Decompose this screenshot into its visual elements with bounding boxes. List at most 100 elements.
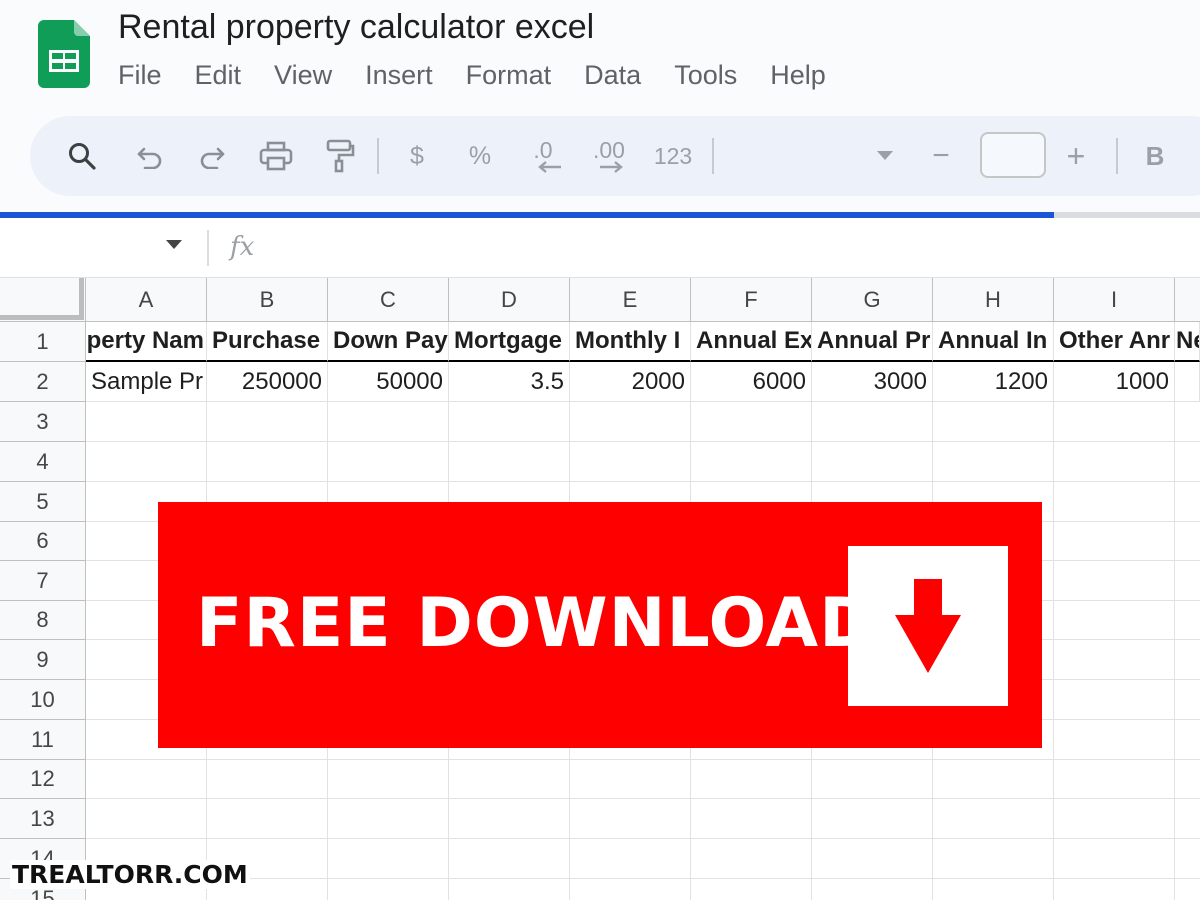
row-header[interactable]: 1	[0, 322, 86, 362]
document-title[interactable]: Rental property calculator excel	[118, 8, 594, 47]
row-header[interactable]: 13	[0, 799, 86, 839]
cell-g13[interactable]	[812, 799, 933, 839]
cell-i12[interactable]	[1054, 760, 1175, 799]
column-header-c[interactable]: C	[328, 278, 449, 322]
column-header-g[interactable]: G	[812, 278, 933, 322]
cell-h14[interactable]	[933, 839, 1054, 879]
cell-i2[interactable]: 1000	[1054, 362, 1175, 402]
cell-d3[interactable]	[449, 402, 570, 442]
decrease-font-size-button[interactable]: −	[926, 116, 956, 196]
cell-d15[interactable]	[449, 879, 570, 900]
font-size-input[interactable]	[980, 132, 1046, 178]
column-header-h[interactable]: H	[933, 278, 1054, 322]
decrease-decimal-button[interactable]: .0	[520, 116, 566, 196]
cell-i11[interactable]	[1054, 720, 1175, 760]
cell-i4[interactable]	[1054, 442, 1175, 482]
cell-d2[interactable]: 3.5	[449, 362, 570, 402]
menu-data[interactable]: Data	[584, 60, 641, 91]
cell-j2[interactable]	[1175, 362, 1200, 402]
cell-e4[interactable]	[570, 442, 691, 482]
menu-file[interactable]: File	[118, 60, 162, 91]
cell-d4[interactable]	[449, 442, 570, 482]
menu-insert[interactable]: Insert	[365, 60, 433, 91]
cell-a1[interactable]: operty Nam	[86, 322, 207, 362]
menu-view[interactable]: View	[274, 60, 332, 91]
cell-g14[interactable]	[812, 839, 933, 879]
cell-j15[interactable]	[1175, 879, 1200, 900]
cell-f13[interactable]	[691, 799, 812, 839]
cell-b12[interactable]	[207, 760, 328, 799]
cell-i15[interactable]	[1054, 879, 1175, 900]
cell-a12[interactable]	[86, 760, 207, 799]
cell-g3[interactable]	[812, 402, 933, 442]
cell-i13[interactable]	[1054, 799, 1175, 839]
cell-a2[interactable]: Sample Pr	[86, 362, 207, 402]
cell-c14[interactable]	[328, 839, 449, 879]
cell-e3[interactable]	[570, 402, 691, 442]
cell-a4[interactable]	[86, 442, 207, 482]
cell-f12[interactable]	[691, 760, 812, 799]
cell-c3[interactable]	[328, 402, 449, 442]
undo-button[interactable]	[130, 116, 170, 196]
row-header[interactable]: 5	[0, 482, 86, 522]
select-all-corner[interactable]	[0, 278, 86, 322]
cell-c4[interactable]	[328, 442, 449, 482]
cell-a13[interactable]	[86, 799, 207, 839]
cell-e2[interactable]: 2000	[570, 362, 691, 402]
cell-j14[interactable]	[1175, 839, 1200, 879]
cell-h1[interactable]: Annual In	[933, 322, 1054, 362]
cell-c2[interactable]: 50000	[328, 362, 449, 402]
cell-e14[interactable]	[570, 839, 691, 879]
cell-h4[interactable]	[933, 442, 1054, 482]
currency-format-button[interactable]: $	[400, 116, 434, 196]
number-format-button[interactable]: 123	[648, 116, 698, 196]
cell-h15[interactable]	[933, 879, 1054, 900]
print-button[interactable]	[256, 116, 296, 196]
cell-j3[interactable]	[1175, 402, 1200, 442]
cell-i5[interactable]	[1054, 482, 1175, 522]
cell-g15[interactable]	[812, 879, 933, 900]
cell-f1[interactable]: Annual Ex	[691, 322, 812, 362]
row-header[interactable]: 9	[0, 640, 86, 680]
cell-b4[interactable]	[207, 442, 328, 482]
menu-tools[interactable]: Tools	[674, 60, 737, 91]
row-header[interactable]: 6	[0, 522, 86, 561]
cell-h2[interactable]: 1200	[933, 362, 1054, 402]
column-header-b[interactable]: B	[207, 278, 328, 322]
row-header[interactable]: 2	[0, 362, 86, 402]
cell-d14[interactable]	[449, 839, 570, 879]
row-header[interactable]: 12	[0, 760, 86, 799]
cell-e13[interactable]	[570, 799, 691, 839]
cell-i10[interactable]	[1054, 680, 1175, 720]
cell-j5[interactable]	[1175, 482, 1200, 522]
cell-j12[interactable]	[1175, 760, 1200, 799]
cell-h13[interactable]	[933, 799, 1054, 839]
cell-a3[interactable]	[86, 402, 207, 442]
menu-format[interactable]: Format	[466, 60, 552, 91]
increase-font-size-button[interactable]: +	[1060, 116, 1092, 196]
cell-e12[interactable]	[570, 760, 691, 799]
cell-d1[interactable]: Mortgage	[449, 322, 570, 362]
cell-j10[interactable]	[1175, 680, 1200, 720]
cell-f15[interactable]	[691, 879, 812, 900]
cell-f3[interactable]	[691, 402, 812, 442]
cell-g2[interactable]: 3000	[812, 362, 933, 402]
cell-f14[interactable]	[691, 839, 812, 879]
row-header[interactable]: 10	[0, 680, 86, 720]
cell-i8[interactable]	[1054, 601, 1175, 640]
cell-j8[interactable]	[1175, 601, 1200, 640]
cell-c12[interactable]	[328, 760, 449, 799]
freeze-handle[interactable]	[0, 278, 84, 320]
cell-j7[interactable]	[1175, 561, 1200, 601]
cell-d12[interactable]	[449, 760, 570, 799]
cell-g12[interactable]	[812, 760, 933, 799]
column-header-d[interactable]: D	[449, 278, 570, 322]
row-header[interactable]: 3	[0, 402, 86, 442]
search-button[interactable]	[60, 116, 104, 196]
cell-f4[interactable]	[691, 442, 812, 482]
cell-j4[interactable]	[1175, 442, 1200, 482]
cell-b1[interactable]: Purchase	[207, 322, 328, 362]
bold-button[interactable]: B	[1140, 116, 1170, 196]
column-header-f[interactable]: F	[691, 278, 812, 322]
row-header[interactable]: 11	[0, 720, 86, 760]
